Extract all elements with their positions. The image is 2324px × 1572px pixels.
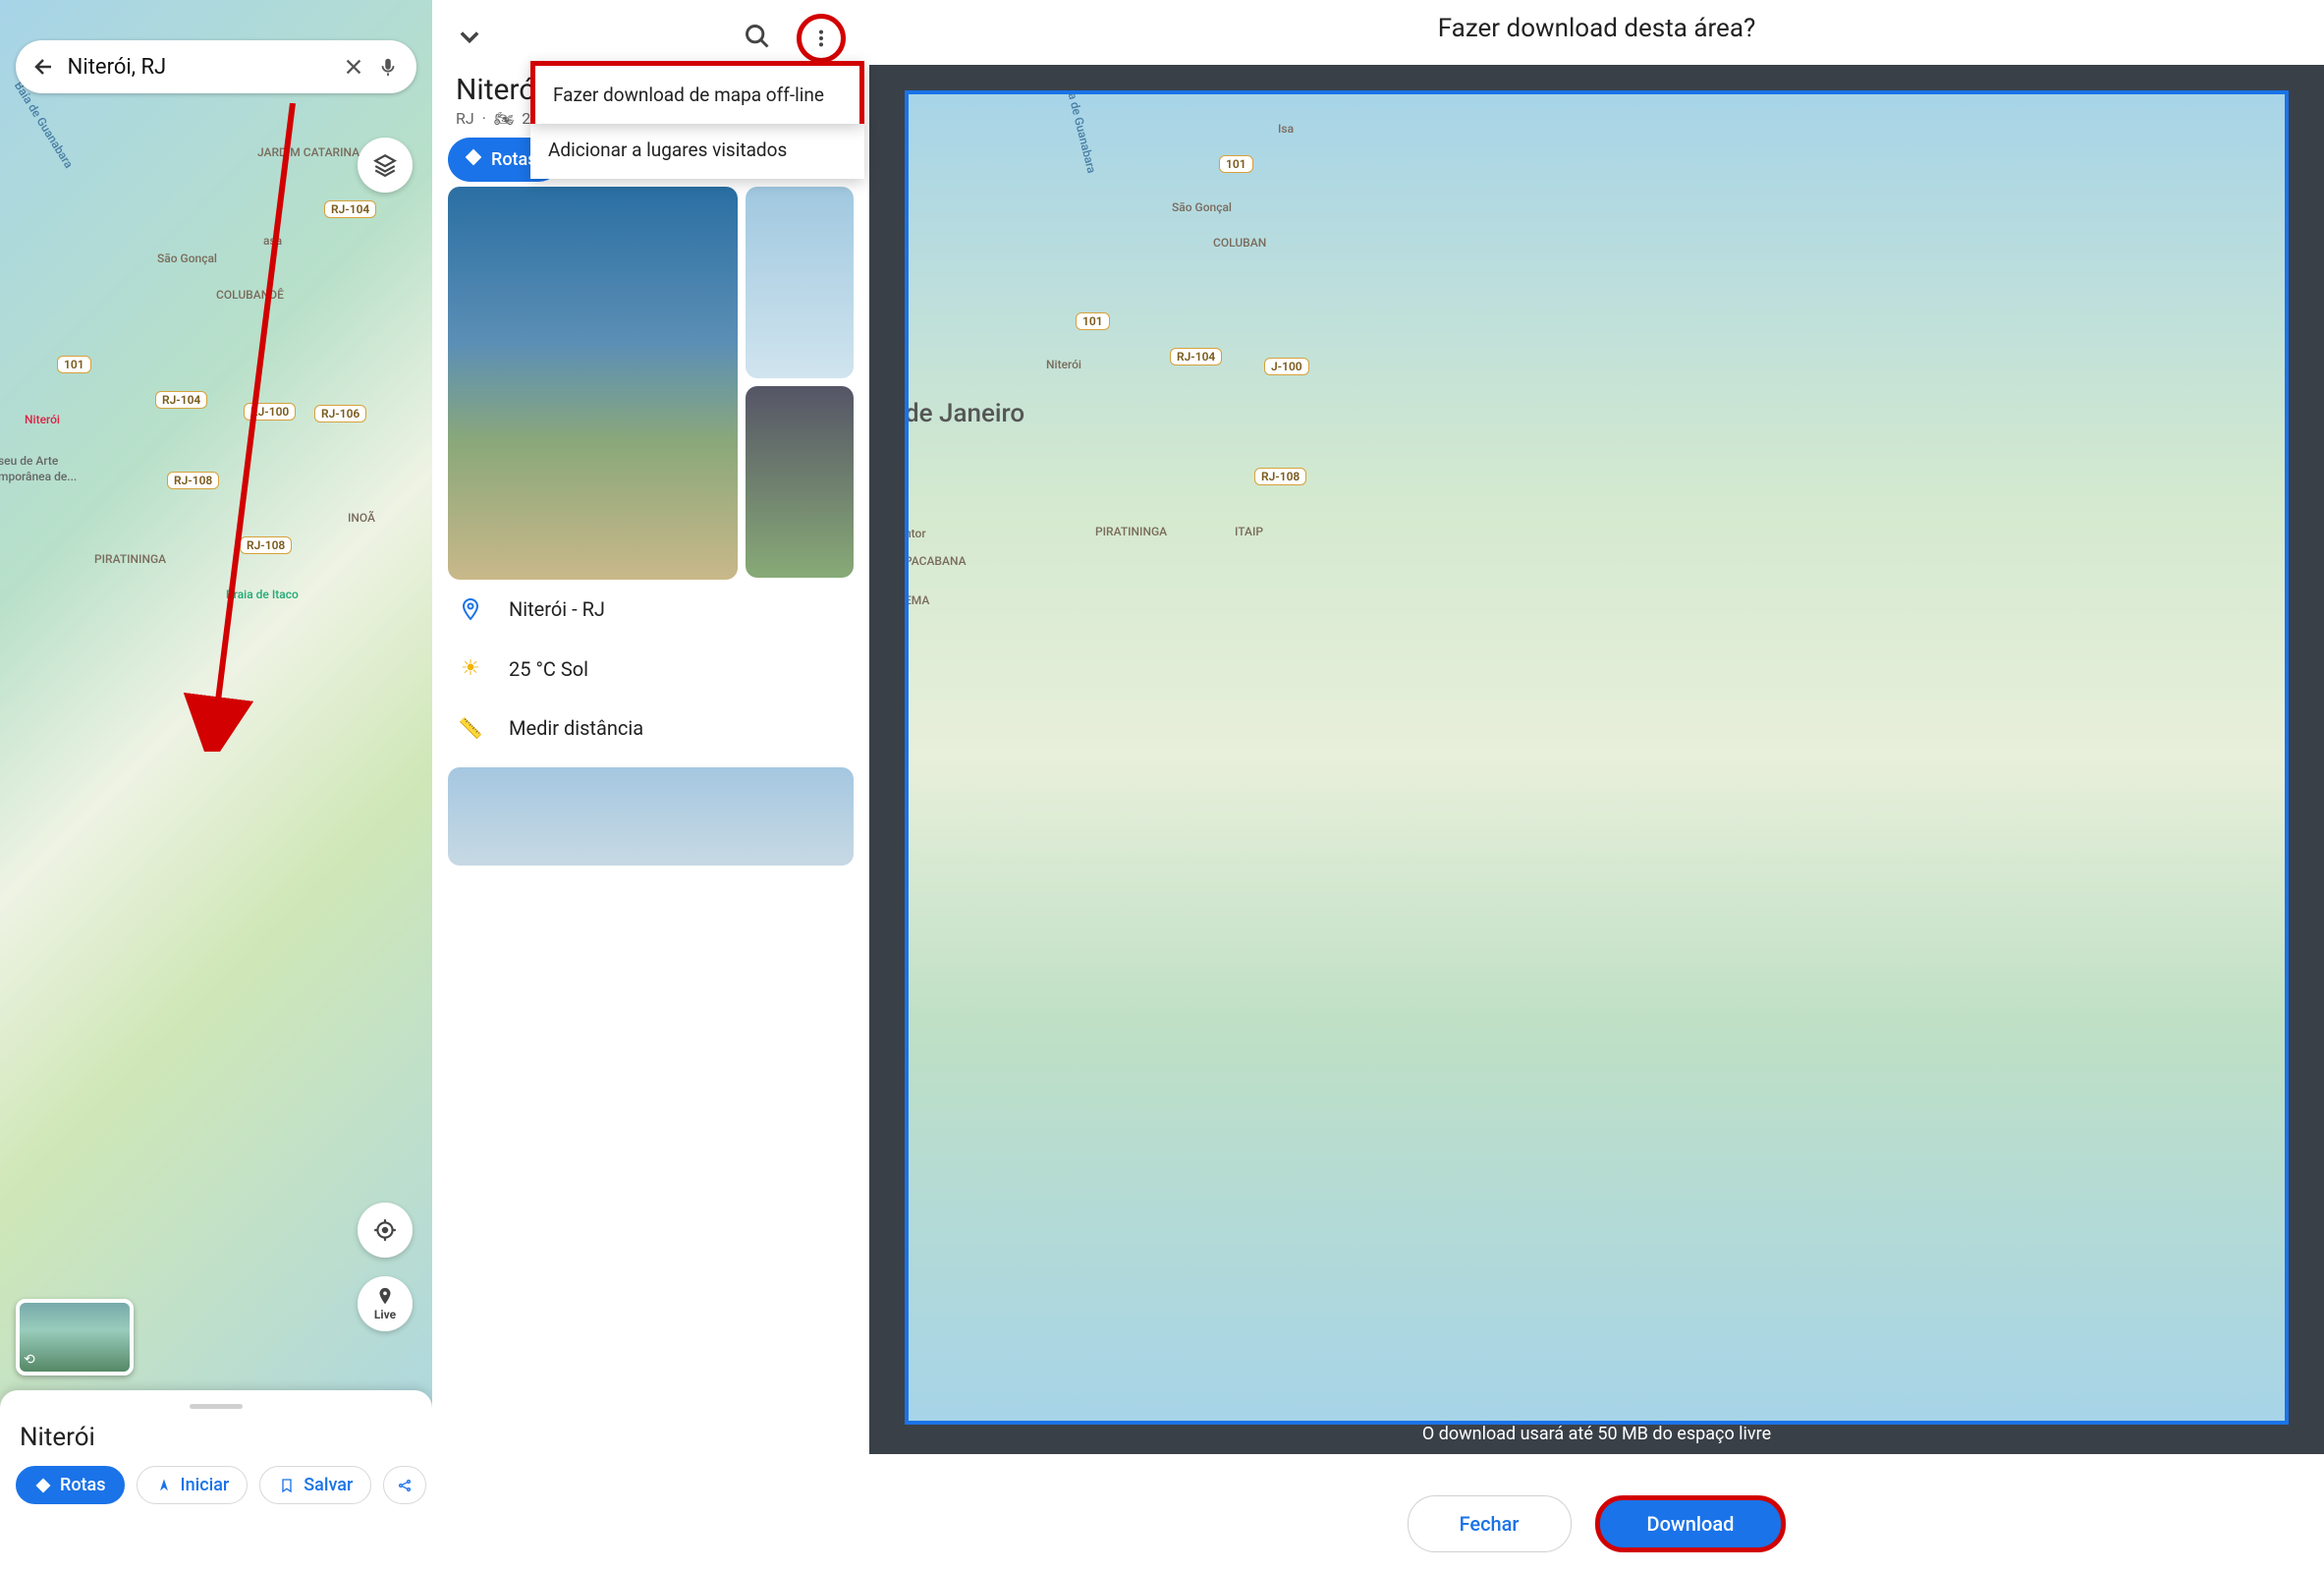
info-location[interactable]: Niterói - RJ (432, 580, 869, 639)
mic-icon[interactable] (374, 52, 401, 82)
overflow-menu-contd: Adicionar a lugares visitados (530, 121, 864, 179)
road-badge: 101 (57, 356, 91, 373)
map-label: Baía de Guanabara (1061, 90, 1098, 175)
info-measure[interactable]: 📏 Medir distância (432, 699, 869, 758)
map-label: COLUBAN (1213, 236, 1266, 250)
collapse-icon[interactable] (456, 23, 483, 54)
map-label: EMA (905, 593, 929, 607)
road-badge: 101 (1219, 155, 1253, 173)
map-label: Niterói (1046, 358, 1081, 371)
streetview-thumb[interactable]: ⟲ (16, 1299, 134, 1376)
ruler-icon: 📏 (458, 716, 483, 740)
download-size-note: O download usará até 50 MB do espaço liv… (869, 1424, 2324, 1444)
live-label: Live (374, 1308, 396, 1321)
motorcycle-icon: 🏍 (494, 109, 514, 128)
share-icon (396, 1477, 414, 1494)
bookmark-icon (278, 1477, 296, 1494)
live-view-button[interactable]: Live (358, 1276, 413, 1331)
road-badge: J-100 (1264, 358, 1309, 375)
annotation-arrow (116, 103, 312, 752)
chip-label: Rotas (60, 1475, 106, 1495)
info-weather-text: 25 °C Sol (509, 657, 588, 681)
map-label: ntor (905, 527, 926, 540)
directions-icon (34, 1477, 52, 1494)
more-options-button[interactable] (797, 14, 846, 63)
navigate-icon (155, 1477, 173, 1494)
chip-label: Iniciar (181, 1475, 230, 1495)
layers-button[interactable] (358, 138, 413, 193)
search-icon[interactable] (744, 23, 771, 54)
action-chip-row: Rotas Iniciar Salvar (0, 1466, 432, 1504)
rotate-icon: ⟲ (24, 1352, 35, 1368)
close-button[interactable]: Fechar (1408, 1495, 1572, 1552)
menu-item-add-visited[interactable]: Adicionar a lugares visitados (530, 121, 864, 179)
photo-wide[interactable] (448, 767, 854, 866)
road-badge: RJ-104 (324, 200, 376, 218)
sun-icon: ☀ (458, 656, 483, 681)
pin-icon (458, 597, 483, 621)
routes-button[interactable]: Rotas (16, 1466, 125, 1504)
photo-thumb[interactable] (746, 386, 854, 578)
chip-label: Salvar (304, 1475, 353, 1495)
map-label: São Gonçal (1172, 200, 1232, 214)
road-badge: RJ-106 (314, 405, 366, 422)
map-label: ITAIP (1235, 525, 1263, 538)
info-weather[interactable]: ☀ 25 °C Sol (432, 639, 869, 699)
more-vert-icon (810, 28, 832, 49)
info-location-text: Niterói - RJ (509, 597, 605, 621)
menu-item-download-offline[interactable]: Fazer download de mapa off-line (535, 66, 859, 124)
save-button[interactable]: Salvar (259, 1466, 371, 1504)
map-label: PIRATININGA (1095, 525, 1167, 538)
map-label: Niterói (25, 413, 60, 426)
clear-icon[interactable] (341, 52, 367, 82)
photo-main[interactable] (448, 187, 738, 580)
info-measure-text: Medir distância (509, 716, 643, 740)
place-sheet[interactable]: Niterói Rotas Iniciar Salvar (0, 1390, 432, 1572)
map-label: mporânea de... (0, 470, 77, 483)
directions-icon (464, 147, 483, 172)
photo-thumb[interactable] (746, 187, 854, 378)
road-badge: 101 (1076, 312, 1110, 330)
search-bar[interactable] (16, 40, 416, 93)
search-input[interactable] (58, 55, 341, 80)
download-buttons: Fechar Download (869, 1495, 2324, 1552)
map-label: Isa (1278, 122, 1294, 136)
road-badge: RJ-108 (1254, 468, 1306, 485)
download-button[interactable]: Download (1595, 1495, 1787, 1552)
recenter-button[interactable] (358, 1203, 413, 1258)
back-icon[interactable] (31, 52, 58, 82)
place-state: RJ (456, 109, 474, 128)
download-title: Fazer download desta área? (869, 0, 2324, 55)
download-selection-frame[interactable]: São Gonçal COLUBAN Niterói de Janeiro PI… (905, 90, 2289, 1425)
sheet-title: Niterói (0, 1423, 432, 1466)
photo-gallery (432, 187, 869, 580)
map-label: de Janeiro (905, 399, 1024, 428)
share-button[interactable] (383, 1466, 426, 1504)
drag-handle[interactable] (190, 1404, 243, 1409)
road-badge: RJ-104 (1170, 348, 1222, 365)
map-label: PACABANA (905, 554, 967, 568)
overflow-menu: Fazer download de mapa off-line (530, 61, 864, 124)
start-button[interactable]: Iniciar (137, 1466, 249, 1504)
map-label: INOÃ (348, 511, 375, 525)
map-label: seu de Arte (0, 454, 58, 468)
